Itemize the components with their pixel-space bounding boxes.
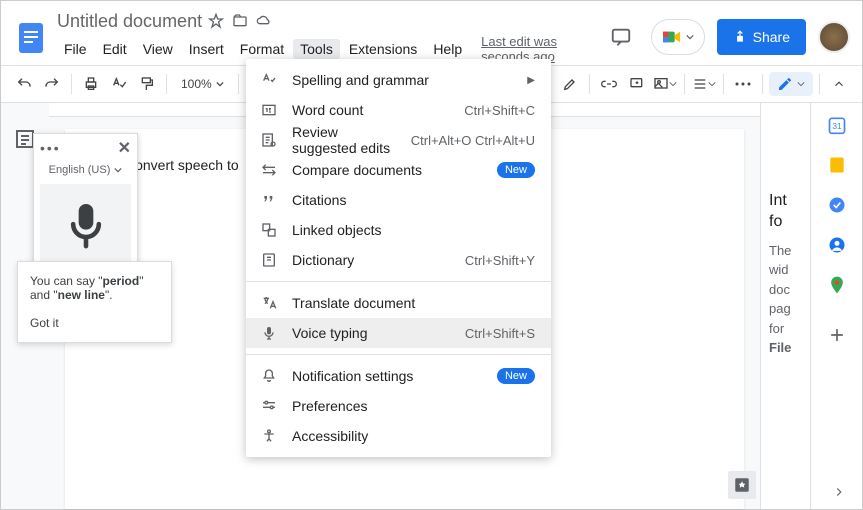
tasks-icon[interactable] — [827, 195, 847, 215]
share-button[interactable]: Share — [717, 19, 806, 55]
insight-title: Int fo — [769, 191, 802, 233]
link-button[interactable] — [596, 71, 622, 97]
undo-button[interactable] — [11, 71, 37, 97]
bell-icon — [260, 367, 278, 385]
tools-dropdown: Spelling and grammar ▶ Word count Ctrl+S… — [246, 59, 551, 457]
menu-file[interactable]: File — [57, 39, 94, 59]
print-button[interactable] — [78, 71, 104, 97]
highlight-button[interactable] — [557, 71, 583, 97]
doc-meta: Untitled document File Edit View Insert … — [57, 11, 603, 64]
header-right: Share — [603, 19, 850, 55]
widget-close-icon[interactable]: ✕ — [118, 138, 131, 158]
review-icon — [260, 131, 278, 149]
dictionary-icon — [260, 251, 278, 269]
doc-title[interactable]: Untitled document — [57, 11, 202, 32]
maps-icon[interactable] — [827, 275, 847, 295]
voice-typing-widget: ••• ✕ English (US) — [33, 133, 138, 275]
accessibility-icon — [260, 427, 278, 445]
insight-body: The wid doc pag for File — [769, 241, 802, 358]
menu-item-accessibility[interactable]: Accessibility — [246, 421, 551, 451]
menu-help[interactable]: Help — [426, 39, 469, 59]
menu-item-translate[interactable]: Translate document — [246, 288, 551, 318]
new-badge: New — [497, 162, 535, 178]
explore-button[interactable] — [728, 471, 756, 499]
right-info-pane: Int fo The wid doc pag for File — [760, 103, 810, 509]
comments-icon[interactable] — [603, 19, 639, 55]
preferences-icon — [260, 397, 278, 415]
move-icon[interactable] — [232, 13, 248, 29]
keep-icon[interactable] — [827, 155, 847, 175]
menu-item-voice-typing[interactable]: Voice typing Ctrl+Shift+S — [246, 318, 551, 348]
menu-format[interactable]: Format — [233, 39, 291, 59]
zoom-select[interactable]: 100% — [173, 77, 232, 91]
spellcheck-button[interactable] — [106, 71, 132, 97]
cloud-icon[interactable] — [256, 13, 272, 29]
addons-plus-icon[interactable] — [827, 325, 847, 345]
wordcount-icon — [260, 101, 278, 119]
editing-mode-button[interactable] — [769, 72, 813, 96]
menu-insert[interactable]: Insert — [182, 39, 231, 59]
app-header: Untitled document File Edit View Insert … — [1, 1, 862, 65]
new-badge: New — [497, 368, 535, 384]
microphone-icon — [260, 324, 278, 342]
voice-mic-button[interactable] — [40, 184, 131, 268]
spellcheck-icon — [260, 71, 278, 89]
menu-item-review[interactable]: Review suggested edits Ctrl+Alt+O Ctrl+A… — [246, 125, 551, 155]
menu-extensions[interactable]: Extensions — [342, 39, 424, 59]
submenu-arrow-icon: ▶ — [527, 75, 535, 86]
menu-separator — [246, 354, 551, 355]
menu-tools[interactable]: Tools — [293, 39, 340, 59]
voice-tip-tooltip: You can say "period" and "new line". Got… — [17, 261, 172, 343]
docs-logo-icon[interactable] — [13, 19, 49, 55]
calendar-icon[interactable]: 31 — [827, 115, 847, 135]
collapse-toolbar-button[interactable] — [826, 71, 852, 97]
menu-item-linked[interactable]: Linked objects — [246, 215, 551, 245]
compare-icon — [260, 161, 278, 179]
menu-item-preferences[interactable]: Preferences — [246, 391, 551, 421]
svg-text:31: 31 — [832, 121, 842, 131]
voice-tip-text: You can say "period" and "new line". — [30, 274, 159, 302]
align-button[interactable] — [691, 71, 717, 97]
menu-item-spelling[interactable]: Spelling and grammar ▶ — [246, 65, 551, 95]
paint-format-button[interactable] — [134, 71, 160, 97]
user-avatar[interactable] — [818, 21, 850, 53]
share-label: Share — [753, 29, 790, 45]
menu-separator — [246, 281, 551, 282]
redo-button[interactable] — [39, 71, 65, 97]
widget-menu-icon[interactable]: ••• — [40, 140, 61, 156]
document-body-text: Convert speech to — [125, 157, 239, 173]
right-sidebar: 31 — [810, 103, 862, 509]
image-button[interactable] — [652, 71, 678, 97]
menu-item-dictionary[interactable]: Dictionary Ctrl+Shift+Y — [246, 245, 551, 275]
menu-item-citations[interactable]: Citations — [246, 185, 551, 215]
linked-icon — [260, 221, 278, 239]
menu-view[interactable]: View — [136, 39, 180, 59]
comment-button[interactable] — [624, 71, 650, 97]
star-icon[interactable] — [208, 13, 224, 29]
menu-item-notifications[interactable]: Notification settings New — [246, 361, 551, 391]
menu-item-wordcount[interactable]: Word count Ctrl+Shift+C — [246, 95, 551, 125]
side-panel-toggle[interactable] — [832, 485, 846, 499]
meet-button[interactable] — [651, 19, 705, 55]
menu-item-compare[interactable]: Compare documents New — [246, 155, 551, 185]
voice-language-select[interactable]: English (US) — [34, 162, 137, 178]
citations-icon — [260, 191, 278, 209]
contacts-icon[interactable] — [827, 235, 847, 255]
more-button[interactable] — [730, 71, 756, 97]
menu-edit[interactable]: Edit — [96, 39, 134, 59]
got-it-button[interactable]: Got it — [30, 316, 159, 330]
translate-icon — [260, 294, 278, 312]
